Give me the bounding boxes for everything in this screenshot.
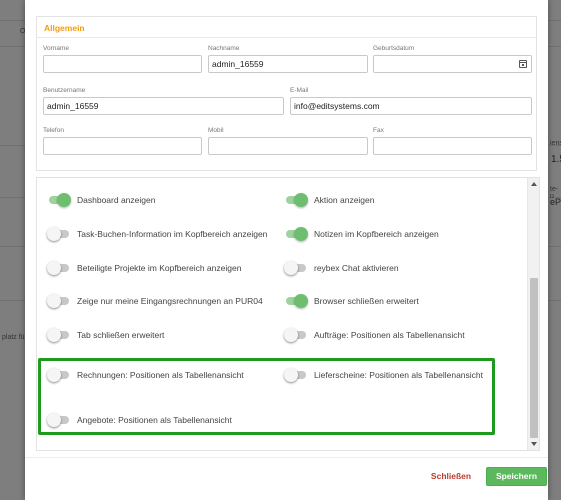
toggle-knob: [47, 413, 61, 427]
calendar-icon[interactable]: [519, 60, 527, 68]
toggle-item[interactable]: Browser schließen erweitert: [284, 294, 419, 308]
toggle-knob: [57, 193, 71, 207]
general-section-title: Allgemein: [44, 23, 85, 33]
geburtsdatum-label: Geburtsdatum: [373, 45, 415, 52]
toggle-knob: [47, 261, 61, 275]
toggle-label: Zeige nur meine Eingangsrechnungen an PU…: [77, 296, 263, 306]
fax-input[interactable]: [373, 137, 532, 155]
toggle-item[interactable]: Tab schließen erweitert: [47, 328, 164, 342]
mobil-input[interactable]: [208, 137, 368, 155]
toggle-label: Dashboard anzeigen: [77, 195, 156, 205]
toggle-item[interactable]: Aufträge: Positionen als Tabellenansicht: [284, 328, 465, 342]
toggle-switch[interactable]: [47, 227, 71, 241]
vorname-label: Vorname: [43, 45, 70, 52]
scroll-up-arrow-icon[interactable]: [531, 182, 537, 186]
mobil-field: Mobil: [208, 127, 368, 155]
settings-toggle-panel: Dashboard anzeigen Aktion anzeigen Task-Bu…: [36, 177, 540, 451]
toggle-knob: [47, 368, 61, 382]
benutzername-label: Benutzername: [43, 87, 86, 94]
toggle-label: Aufträge: Positionen als Tabellenansicht: [314, 330, 465, 340]
toggle-item[interactable]: Dashboard anzeigen: [47, 193, 155, 207]
toggle-label: Beteiligte Projekte im Kopfbereich anzei…: [77, 263, 242, 273]
toggle-label: Lieferscheine: Positionen als Tabellenan…: [314, 370, 484, 380]
toggle-knob: [47, 294, 61, 308]
scrollbar-thumb[interactable]: [530, 278, 538, 438]
vorname-input[interactable]: [43, 55, 202, 73]
user-settings-modal: Allgemein Vorname Nachname admin_16559 G…: [25, 0, 548, 500]
fax-field: Fax: [373, 127, 532, 155]
toggle-switch[interactable]: [284, 227, 308, 241]
geburtsdatum-input[interactable]: [373, 55, 532, 73]
toggle-switch[interactable]: [47, 368, 71, 382]
toggle-item[interactable]: Rechnungen: Positionen als Tabellenansic…: [47, 368, 244, 382]
save-button[interactable]: Speichern: [486, 467, 547, 486]
toggle-switch[interactable]: [47, 193, 71, 207]
telefon-field: Telefon: [43, 127, 202, 155]
toggle-label: Aktion anzeigen: [314, 195, 375, 205]
toggle-item[interactable]: reybex Chat aktivieren: [284, 261, 399, 275]
toggle-item[interactable]: Notizen im Kopfbereich anzeigen: [284, 227, 439, 241]
toggle-switch[interactable]: [47, 413, 71, 427]
toggle-knob: [294, 294, 308, 308]
toggle-label: reybex Chat aktivieren: [314, 263, 399, 273]
toggle-switch[interactable]: [284, 261, 308, 275]
telefon-input[interactable]: [43, 137, 202, 155]
toggle-knob: [284, 328, 298, 342]
toggle-item[interactable]: Aktion anzeigen: [284, 193, 375, 207]
toggle-item[interactable]: Task-Buchen-Information im Kopfbereich a…: [47, 227, 267, 241]
toggle-knob: [47, 227, 61, 241]
vorname-field: Vorname: [43, 45, 202, 73]
close-button[interactable]: Schließen: [427, 467, 475, 485]
footer-divider: [25, 457, 548, 458]
nachname-label: Nachname: [208, 45, 240, 52]
toggle-knob: [284, 368, 298, 382]
mobil-label: Mobil: [208, 127, 224, 134]
toggle-knob: [294, 227, 308, 241]
section-divider: [37, 37, 536, 38]
toggle-label: Angebote: Positionen als Tabellenansicht: [77, 415, 232, 425]
toggle-item[interactable]: Zeige nur meine Eingangsrechnungen an PU…: [47, 294, 263, 308]
general-section: Allgemein Vorname Nachname admin_16559 G…: [36, 16, 537, 171]
toggle-label: Browser schließen erweitert: [314, 296, 419, 306]
scroll-down-arrow-icon[interactable]: [531, 442, 537, 446]
email-field: E-Mail info@editsystems.com: [290, 87, 532, 115]
fax-label: Fax: [373, 127, 384, 134]
toggle-label: Tab schließen erweitert: [77, 330, 165, 340]
geburtsdatum-field: Geburtsdatum: [373, 45, 532, 73]
toggle-knob: [47, 328, 61, 342]
toggle-item[interactable]: Beteiligte Projekte im Kopfbereich anzei…: [47, 261, 241, 275]
toggle-switch[interactable]: [284, 368, 308, 382]
email-label: E-Mail: [290, 87, 309, 94]
email-input[interactable]: info@editsystems.com: [290, 97, 532, 115]
toggle-item[interactable]: Lieferscheine: Positionen als Tabellenan…: [284, 368, 483, 382]
toggle-label: Rechnungen: Positionen als Tabellenansic…: [77, 370, 244, 380]
toggle-switch[interactable]: [47, 328, 71, 342]
toggle-switch[interactable]: [47, 294, 71, 308]
scrollbar[interactable]: [527, 178, 539, 450]
nachname-input[interactable]: admin_16559: [208, 55, 368, 73]
toggle-label: Task-Buchen-Information im Kopfbereich a…: [77, 229, 268, 239]
benutzername-field: Benutzername admin_16559: [43, 87, 284, 115]
toggle-switch[interactable]: [284, 294, 308, 308]
telefon-label: Telefon: [43, 127, 64, 134]
toggle-item[interactable]: Angebote: Positionen als Tabellenansicht: [47, 413, 232, 427]
nachname-field: Nachname admin_16559: [208, 45, 368, 73]
toggle-knob: [294, 193, 308, 207]
benutzername-input[interactable]: admin_16559: [43, 97, 284, 115]
toggle-label: Notizen im Kopfbereich anzeigen: [314, 229, 439, 239]
toggle-switch[interactable]: [47, 261, 71, 275]
toggle-knob: [284, 261, 298, 275]
toggle-switch[interactable]: [284, 328, 308, 342]
toggle-switch[interactable]: [284, 193, 308, 207]
